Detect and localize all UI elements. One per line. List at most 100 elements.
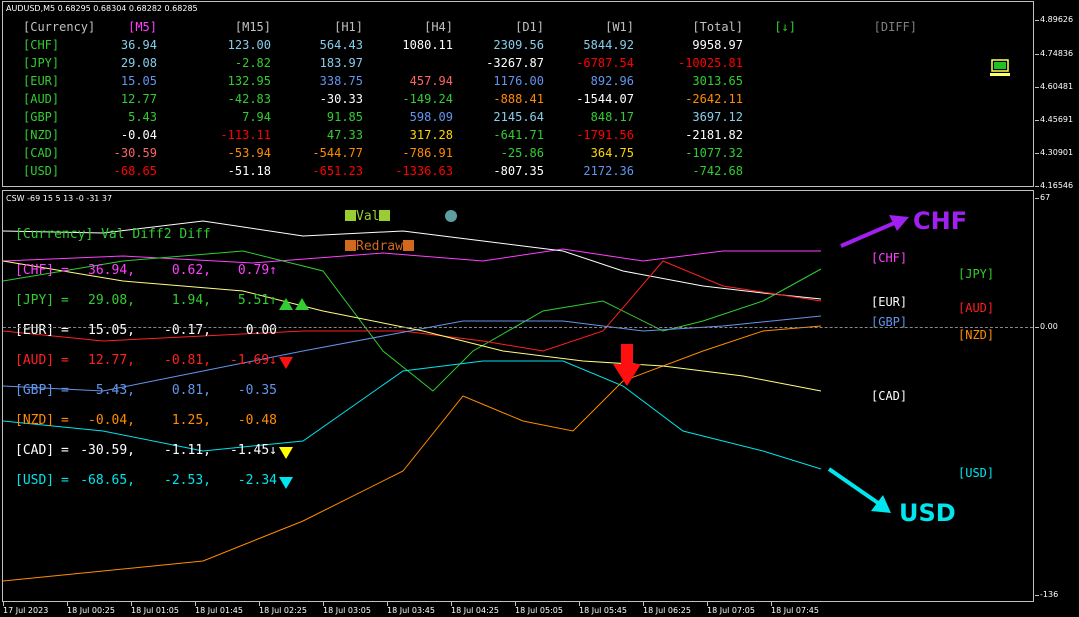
time-tick: 18 Jul 02:25 — [259, 602, 307, 615]
down-triangle-icon — [279, 477, 293, 489]
line-end-label: [CAD] — [871, 389, 908, 403]
column-header[interactable]: [DIFF] — [874, 20, 917, 34]
time-axis: 17 Jul 2023 18 Jul 00:25 18 Jul 01:05 18 Ju… — [0, 602, 1035, 617]
chart-window: AUDUSD,M5 0.68295 0.68304 0.68282 0.6828… — [0, 0, 1079, 617]
diff-value: -1.69↓ — [230, 353, 277, 368]
table-cell: -30.33 — [319, 92, 363, 106]
val-value: 36.94, — [88, 263, 135, 278]
table-cell: 2309.56 — [493, 38, 544, 52]
currency-code: [EUR] — [15, 323, 55, 338]
chf-annotation: CHF — [913, 207, 968, 235]
table-cell: -742.68 — [692, 164, 743, 178]
column-header[interactable]: [W1] — [605, 20, 634, 34]
table-cell: 3697.12 — [692, 110, 743, 124]
strength-table-pane[interactable]: AUDUSD,M5 0.68295 0.68304 0.68282 0.6828… — [2, 1, 1034, 187]
currency-strength-chart[interactable]: CSW -69 15 5 13 -0 -31 37 Val Redraw [Cu… — [2, 190, 1034, 602]
down-triangle-icon — [279, 447, 293, 459]
table-cell: 2172.36 — [583, 164, 634, 178]
column-header[interactable]: [Total] — [692, 20, 743, 34]
legend-val: Val — [345, 209, 391, 224]
currency-code: [JPY] — [15, 293, 55, 308]
line-end-label: [JPY] — [958, 267, 995, 281]
equals-sign: = — [61, 473, 69, 488]
diff2-value: 0.62, — [171, 263, 211, 278]
price-tick: 4.60481 — [1034, 82, 1074, 91]
monitor-icon[interactable] — [989, 58, 1011, 78]
diff-value: -1.45↓ — [230, 443, 277, 458]
up-triangle-icon — [295, 298, 309, 310]
column-header[interactable]: [M5] — [128, 20, 157, 34]
chf-arrow-icon — [839, 213, 911, 253]
time-tick: 18 Jul 07:05 — [707, 602, 755, 615]
column-header[interactable]: [H1] — [334, 20, 363, 34]
table-cell: 1176.00 — [493, 74, 544, 88]
table-cell: -1336.63 — [395, 164, 453, 178]
val-value: 15.05, — [88, 323, 135, 338]
equals-sign: = — [61, 263, 69, 278]
equals-sign: = — [61, 413, 69, 428]
table-cell: 364.75 — [590, 146, 634, 160]
legend-dot — [445, 210, 457, 222]
strength-list-header: [Currency] Val Diff2 Diff — [15, 227, 211, 242]
table-cell: 1080.11 — [402, 38, 453, 52]
time-tick: 18 Jul 00:25 — [67, 602, 115, 615]
diff-value: -0.48 — [237, 413, 277, 428]
up-triangle-icon — [279, 298, 293, 310]
column-header[interactable]: [M15] — [235, 20, 271, 34]
table-cell: -3267.87 — [486, 56, 544, 70]
diff2-value: 1.94, — [171, 293, 211, 308]
currency-code: [CHF] — [15, 263, 55, 278]
currency-label: [AUD] — [23, 92, 60, 106]
line-end-label: [USD] — [958, 466, 995, 480]
table-cell: -651.23 — [312, 164, 363, 178]
diff2-value: -2.53, — [164, 473, 211, 488]
table-cell: -641.71 — [493, 128, 544, 142]
diff2-value: -0.81, — [164, 353, 211, 368]
currency-code: [AUD] — [15, 353, 55, 368]
val-value: -68.65, — [80, 473, 135, 488]
diff-value: -2.34 — [237, 473, 277, 488]
price-tick: 4.30901 — [1034, 148, 1074, 157]
table-cell: 47.33 — [326, 128, 363, 142]
table-cell: 892.96 — [590, 74, 634, 88]
column-header[interactable]: [Currency] — [23, 20, 95, 34]
price-tick: 4.89626 — [1034, 15, 1074, 24]
time-tick: 18 Jul 05:05 — [515, 602, 563, 615]
table-cell: 9958.97 — [692, 38, 743, 52]
currency-label: [CAD] — [23, 146, 60, 160]
table-cell: -68.65 — [113, 164, 157, 178]
table-cell: 564.43 — [319, 38, 363, 52]
table-cell: 91.85 — [326, 110, 363, 124]
table-cell: 598.09 — [409, 110, 453, 124]
equals-sign: = — [61, 383, 69, 398]
time-tick: 18 Jul 01:05 — [131, 602, 179, 615]
usd-arrow-icon — [825, 467, 897, 521]
val-value: 29.08, — [88, 293, 135, 308]
table-cell: -10025.81 — [677, 56, 743, 70]
column-header[interactable]: [D1] — [515, 20, 544, 34]
table-cell: -53.94 — [227, 146, 271, 160]
table-cell: 338.75 — [319, 74, 363, 88]
table-cell: -2.82 — [234, 56, 271, 70]
table-cell: 5.43 — [128, 110, 157, 124]
line-end-label: [AUD] — [958, 301, 995, 315]
currency-code: [USD] — [15, 473, 55, 488]
value-tick: 67 — [1034, 193, 1051, 202]
table-cell: 7.94 — [242, 110, 271, 124]
value-tick: 0.00 — [1035, 322, 1058, 331]
table-cell: -888.41 — [493, 92, 544, 106]
val-value: -0.04, — [88, 413, 135, 428]
table-cell: 29.08 — [120, 56, 157, 70]
table-cell: -786.91 — [402, 146, 453, 160]
time-tick: 18 Jul 01:45 — [195, 602, 243, 615]
table-cell: -1544.07 — [576, 92, 634, 106]
table-cell: 123.00 — [227, 38, 271, 52]
time-tick: 17 Jul 2023 — [3, 602, 49, 615]
table-cell: 12.77 — [120, 92, 157, 106]
column-header[interactable]: [H4] — [424, 20, 453, 34]
price-tick: 4.16546 — [1034, 181, 1074, 190]
time-tick: 18 Jul 03:05 — [323, 602, 371, 615]
column-header[interactable]: [↓] — [774, 20, 796, 34]
table-cell: -807.35 — [493, 164, 544, 178]
diff-value: 0.79↑ — [237, 263, 277, 278]
